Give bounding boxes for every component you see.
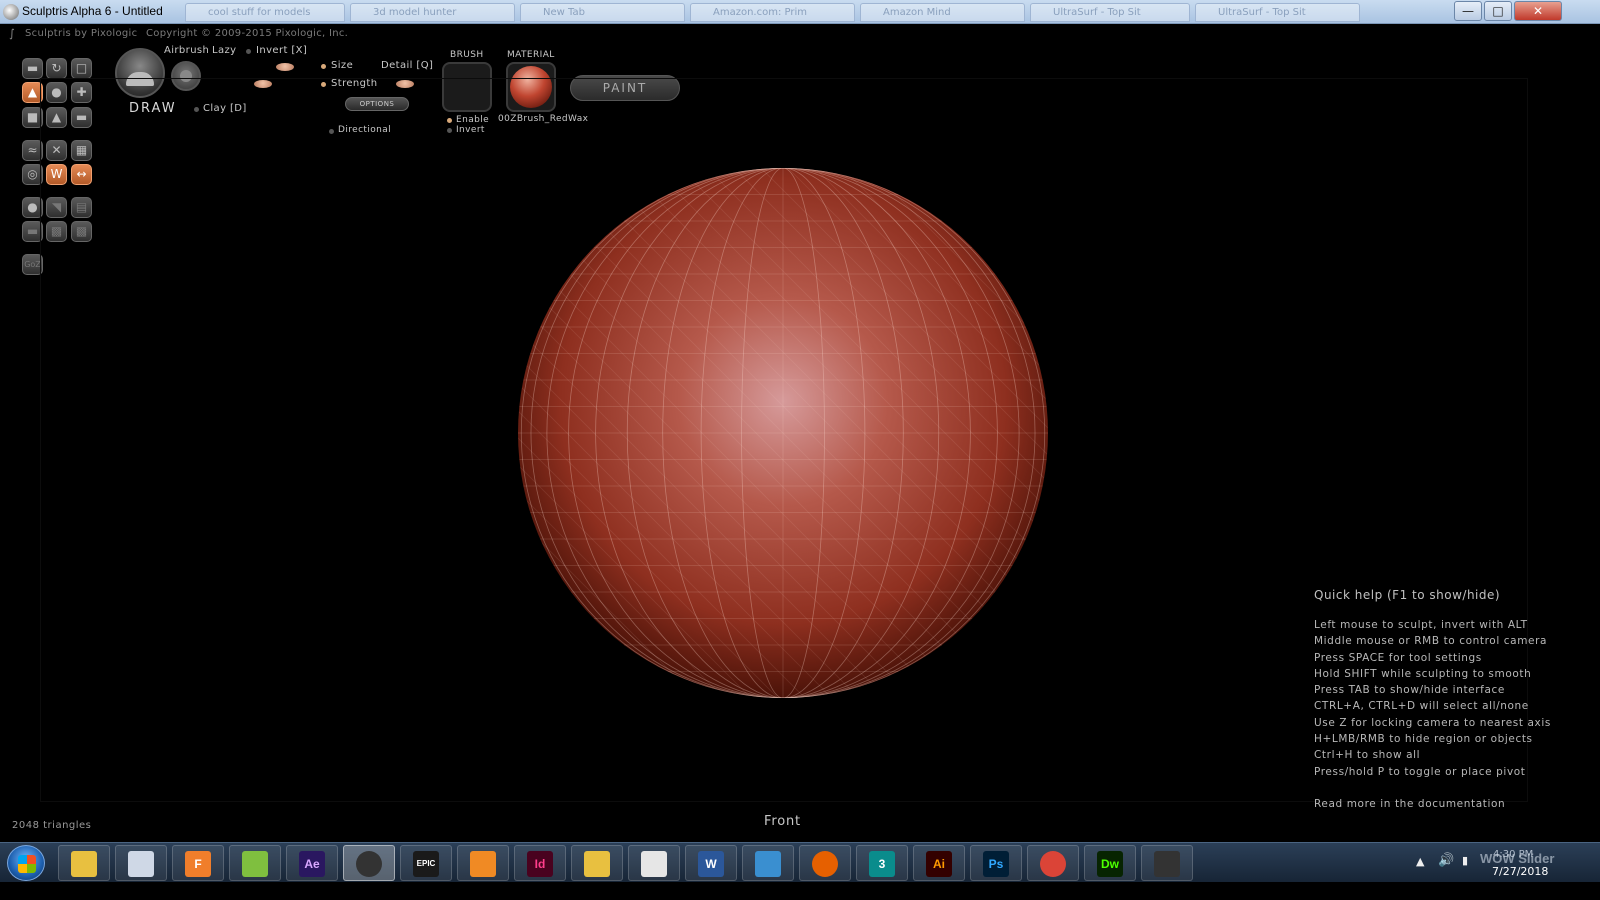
photos-icon xyxy=(755,851,781,877)
size-label: Size xyxy=(331,60,354,71)
airbrush-toggle[interactable]: Airbrush xyxy=(164,45,209,56)
taskbar-app-3d-builder[interactable] xyxy=(115,845,167,881)
taskbar-app-blender[interactable] xyxy=(1141,845,1193,881)
network-icon[interactable]: ▮ xyxy=(1462,854,1468,867)
quick-help-line: Ctrl+H to show all xyxy=(1314,749,1421,762)
tray-arrow-icon[interactable]: ▲ xyxy=(1416,855,1424,868)
quick-help-line: Press/hold P to toggle or place pivot xyxy=(1314,765,1526,778)
explorer-icon xyxy=(71,851,97,877)
taskbar-app-fusion[interactable]: F xyxy=(172,845,224,881)
media-player-icon xyxy=(470,851,496,877)
tool-draw-icon[interactable]: ▬ xyxy=(22,58,43,79)
background-tab[interactable]: cool stuff for models xyxy=(185,3,345,22)
folder-icon xyxy=(584,851,610,877)
app-logo-icon xyxy=(3,4,19,20)
taskbar-app-dreamweaver[interactable]: Dw xyxy=(1084,845,1136,881)
background-tab[interactable]: Amazon Mind xyxy=(860,3,1025,22)
material-header: MATERIAL xyxy=(507,50,555,60)
size-radio[interactable] xyxy=(321,64,326,69)
taskbar-app-indesign[interactable]: Id xyxy=(514,845,566,881)
quick-help-line: Middle mouse or RMB to control camera xyxy=(1314,635,1548,648)
volume-icon[interactable]: 🔊 xyxy=(1438,853,1454,868)
blender-icon xyxy=(1154,851,1180,877)
taskbar-app-explorer[interactable] xyxy=(58,845,110,881)
brush-header: BRUSH xyxy=(450,50,484,60)
taskbar-app-illustrator[interactable]: Ai xyxy=(913,845,965,881)
clock-date[interactable]: 7/27/2018 xyxy=(1492,865,1548,878)
quick-help-line: Hold SHIFT while sculpting to smooth xyxy=(1314,667,1532,680)
lazy-slider-handle[interactable] xyxy=(276,63,294,71)
tool-scale-icon[interactable]: □ xyxy=(71,58,92,79)
taskbar-app-photos[interactable] xyxy=(742,845,794,881)
illustrator-icon: Ai xyxy=(926,851,952,877)
background-tab[interactable]: Amazon.com: Prim xyxy=(690,3,855,22)
taskbar-app-acrobat[interactable] xyxy=(628,845,680,881)
background-tab[interactable]: 3d model hunter xyxy=(350,3,515,22)
taskbar-app-word[interactable]: W xyxy=(685,845,737,881)
view-label: Front xyxy=(764,814,801,829)
background-tab[interactable]: New Tab xyxy=(520,3,685,22)
taskbar-app-sculptris[interactable] xyxy=(343,845,395,881)
photo-icon xyxy=(242,851,268,877)
sculptris-logo-icon: ∫ xyxy=(9,27,15,40)
after-effects-icon: Ae xyxy=(299,851,325,877)
background-tab[interactable]: UltraSurf - Top Sit xyxy=(1030,3,1190,22)
sculpt-sphere[interactable] xyxy=(518,168,1048,698)
taskbar: F Ae EPIC Id W 3 Ai Ps Dw ▲ 🔊 ▮ xyxy=(0,842,1600,882)
invert-radio[interactable] xyxy=(246,49,251,54)
windows-logo-icon xyxy=(18,855,36,873)
word-icon: W xyxy=(698,851,724,877)
app-header: ∫ Sculptris by Pixologic Copyright © 200… xyxy=(0,26,600,42)
sculptris-icon xyxy=(356,851,382,877)
quick-help-line: Press TAB to show/hide interface xyxy=(1314,684,1505,697)
minimize-button[interactable]: — xyxy=(1454,1,1482,21)
triangle-count: 2048 triangles xyxy=(12,820,92,831)
indesign-icon: Id xyxy=(527,851,553,877)
taskbar-app-photoshop[interactable]: Ps xyxy=(970,845,1022,881)
taskbar-app-firefox[interactable] xyxy=(799,845,851,881)
quick-help-line: Left mouse to sculpt, invert with ALT xyxy=(1314,619,1528,631)
taskbar-app-3ds-max[interactable]: 3 xyxy=(856,845,908,881)
chrome-icon xyxy=(1040,851,1066,877)
quick-help-line: Press SPACE for tool settings xyxy=(1314,651,1482,664)
fusion-icon: F xyxy=(185,851,211,877)
firefox-icon xyxy=(812,851,838,877)
taskbar-app-after-effects[interactable]: Ae xyxy=(286,845,338,881)
taskbar-app-folder[interactable] xyxy=(571,845,623,881)
copyright-text: Copyright © 2009-2015 Pixologic, Inc. xyxy=(146,28,349,39)
3d-builder-icon xyxy=(128,851,154,877)
maximize-button[interactable]: □ xyxy=(1484,1,1512,21)
background-tab[interactable]: UltraSurf - Top Sit xyxy=(1195,3,1360,22)
photoshop-icon: Ps xyxy=(983,851,1009,877)
3ds-max-icon: 3 xyxy=(869,851,895,877)
brand-text: Sculptris by Pixologic xyxy=(25,28,138,39)
quick-help-title: Quick help (F1 to show/hide) xyxy=(1314,588,1501,602)
quick-help-line: CTRL+A, CTRL+D will select all/none xyxy=(1314,700,1529,713)
invert-toggle[interactable]: Invert [X] xyxy=(256,45,307,56)
start-button[interactable] xyxy=(7,845,45,881)
dreamweaver-icon: Dw xyxy=(1097,851,1123,877)
quick-help-line: H+LMB/RMB to hide region or objects xyxy=(1314,733,1533,746)
detail-label: Detail [Q] xyxy=(381,60,434,71)
taskbar-app-media-player[interactable] xyxy=(457,845,509,881)
taskbar-app-epic-games[interactable]: EPIC xyxy=(400,845,452,881)
quick-help-panel: Quick help (F1 to show/hide) Left mouse … xyxy=(1314,588,1594,810)
documentation-link[interactable]: Read more in the documentation xyxy=(1314,798,1594,810)
tool-rotate-icon[interactable]: ↻ xyxy=(46,58,67,79)
close-button[interactable]: ✕ xyxy=(1514,1,1562,21)
lazy-toggle[interactable]: Lazy xyxy=(212,45,236,56)
epic-games-icon: EPIC xyxy=(413,851,439,877)
window-title: Sculptris Alpha 6 - Untitled xyxy=(22,4,163,18)
taskbar-app-chrome[interactable] xyxy=(1027,845,1079,881)
taskbar-app-photo[interactable] xyxy=(229,845,281,881)
acrobat-icon xyxy=(641,851,667,877)
watermark: WOW Slider xyxy=(1480,851,1555,866)
title-bar: Sculptris Alpha 6 - Untitled cool stuff … xyxy=(0,0,1600,24)
quick-help-line: Use Z for locking camera to nearest axis xyxy=(1314,716,1551,729)
